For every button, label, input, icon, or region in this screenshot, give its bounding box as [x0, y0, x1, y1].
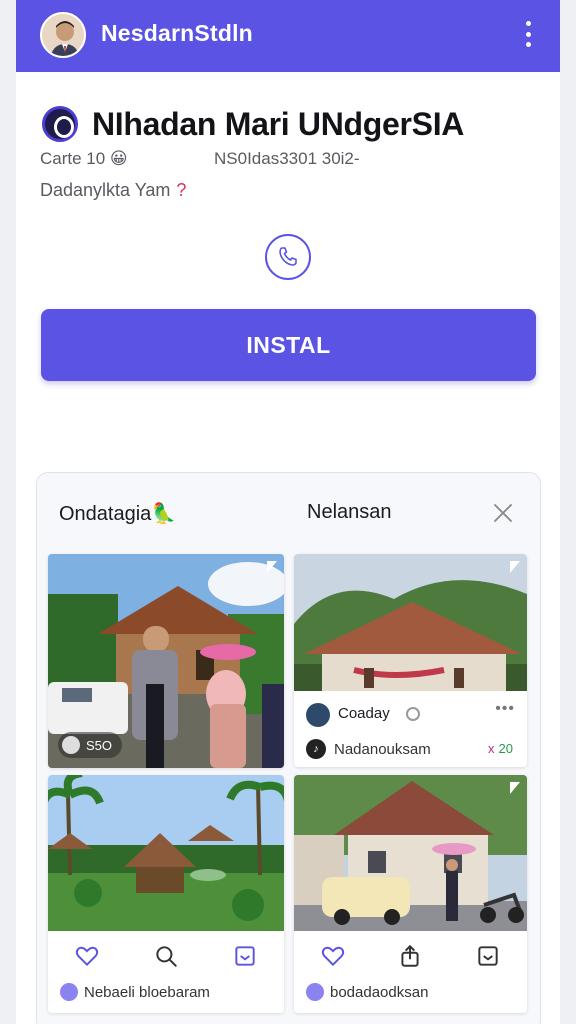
subtitle-mark: ? [176, 180, 187, 200]
tile-footer-text: bodadaodksan [330, 983, 429, 1001]
gallery-tab-left[interactable]: Ondatagia🦜 [59, 501, 176, 526]
tile-footer: Nebaeli bloebaram [60, 983, 210, 1001]
tile-actions [294, 931, 527, 981]
user-avatar[interactable] [40, 12, 86, 58]
app-subtitle: Dadanylkta Yam [40, 180, 171, 200]
gallery-tile-3[interactable]: Nebaeli bloebaram [48, 775, 284, 1013]
kebab-menu-icon[interactable] [518, 18, 538, 50]
bookmark-icon[interactable] [475, 943, 501, 969]
app-frame: NesdarnStdln NIhadan Mari UNdgerSIA Cart… [16, 0, 560, 1024]
tropical-resort-photo [48, 775, 284, 931]
tile-footer-icon [306, 983, 324, 1001]
post-stats: x 20 [488, 741, 513, 756]
gallery-card: Ondatagia🦜 Nelansan S5O Coaday ••• ♪ Nad… [36, 472, 541, 1024]
app-meta-right: NS0Idas3301 30i2- [214, 149, 360, 168]
music-icon: ♪ [306, 739, 326, 759]
caption-text: S5O [86, 737, 113, 753]
share-icon[interactable] [397, 943, 423, 969]
more-options-icon[interactable]: ••• [495, 700, 515, 718]
post-author-avatar[interactable] [306, 703, 330, 727]
post-author-name[interactable]: Coaday [338, 705, 390, 722]
traditional-house-photo [294, 554, 527, 691]
post-handle: Nadanouksam [334, 741, 431, 758]
call-button[interactable] [265, 234, 311, 280]
flag-icon[interactable] [264, 560, 278, 574]
verified-icon [406, 707, 420, 721]
search-icon[interactable] [153, 943, 179, 969]
phone-icon [279, 247, 297, 266]
heart-icon[interactable] [74, 943, 100, 969]
gallery-tab-right[interactable]: Nelansan [307, 501, 392, 524]
gallery-tile-4[interactable]: bodadaodksan [294, 775, 527, 1013]
flag-icon[interactable] [507, 560, 521, 574]
app-bar: NesdarnStdln [16, 0, 560, 72]
tile-actions [48, 931, 284, 981]
tile-footer-icon [60, 983, 78, 1001]
app-subtitle-row: Dadanylkta Yam? [40, 180, 186, 201]
post-meta: Coaday ••• ♪ Nadanouksam x 20 [294, 691, 527, 767]
gallery-tile-2[interactable]: Coaday ••• ♪ Nadanouksam x 20 [294, 554, 527, 767]
house-street-photo [294, 775, 527, 931]
app-bar-title: NesdarnStdln [101, 20, 253, 46]
app-title: NIhadan Mari UNdgerSIA [92, 106, 465, 142]
tile-footer-text: Nebaeli bloebaram [84, 983, 210, 1001]
flag-icon[interactable] [507, 781, 521, 795]
app-logo-icon [42, 106, 78, 142]
bookmark-icon[interactable] [232, 943, 258, 969]
gallery-tile-1[interactable]: S5O [48, 554, 284, 768]
caption-badge: S5O [58, 732, 123, 758]
install-button[interactable]: INSTAL [41, 309, 536, 381]
heart-icon[interactable] [320, 943, 346, 969]
caption-avatar [62, 736, 80, 754]
app-meta-left: Carte 10 😀 [40, 149, 128, 168]
tile-footer: bodadaodksan [306, 983, 428, 1001]
close-icon[interactable] [491, 501, 515, 525]
